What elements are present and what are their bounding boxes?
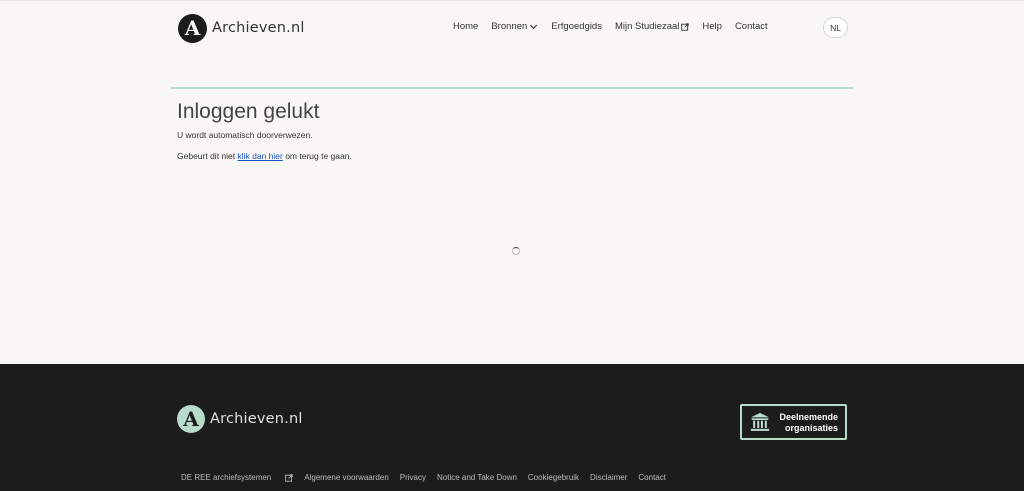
nav-contact[interactable]: Contact (735, 21, 768, 32)
orgs-button-label: Deelnemende organisaties (779, 412, 838, 434)
nav-mijn-studiezaal-label: Mijn Studiezaal (614, 21, 680, 32)
nav-erfgoedgids-label: Erfgoedgids (551, 21, 602, 32)
fallback-suffix: om terug te gaan. (282, 151, 352, 161)
footer-link-cookies[interactable]: Cookiegebruik (528, 473, 579, 482)
nav-home[interactable]: Home (453, 21, 478, 32)
loading-spinner-icon (512, 247, 520, 255)
nav-mijn-studiezaal[interactable]: Mijn Studiezaal (614, 21, 690, 32)
external-link-icon (285, 473, 293, 482)
header-logo[interactable]: A Archieven.nl (178, 13, 305, 43)
footer-link-disclaimer[interactable]: Disclaimer (590, 473, 627, 482)
footer-link-notice-takedown[interactable]: Notice and Take Down (437, 473, 517, 482)
participating-organisations-button[interactable]: Deelnemende organisaties (740, 404, 847, 440)
content-divider (171, 87, 853, 89)
orgs-label-line1: Deelnemende (779, 412, 838, 422)
site-footer: A Archieven.nl Deelnemende organisaties … (0, 364, 1024, 491)
footer-link-de-ree-label: DE REE archiefsystemen (181, 473, 272, 482)
footer-links: DE REE archiefsystemen Algemene voorwaar… (181, 473, 666, 482)
fallback-link[interactable]: klik dan hier (237, 151, 282, 161)
language-switch[interactable]: NL (823, 17, 848, 38)
museum-icon (750, 412, 770, 431)
fallback-prefix: Gebeurt dit niet (177, 151, 238, 161)
nav-help-label: Help (702, 21, 722, 32)
chevron-down-icon (530, 24, 538, 30)
nav-erfgoedgids[interactable]: Erfgoedgids (551, 21, 602, 32)
footer-link-privacy[interactable]: Privacy (400, 473, 426, 482)
fallback-message: Gebeurt dit niet klik dan hier om terug … (177, 151, 352, 161)
nav-home-label: Home (453, 21, 479, 32)
page-title: Inloggen gelukt (177, 100, 320, 123)
footer-link-contact[interactable]: Contact (638, 473, 666, 482)
orgs-label-line2: organisaties (784, 423, 838, 433)
footer-logo[interactable]: A Archieven.nl (177, 404, 303, 434)
site-header: A Archieven.nl Home Bronnen Erfgoedgids … (0, 0, 1024, 56)
nav-bronnen[interactable]: Bronnen (491, 21, 538, 32)
logo-mark: A (178, 13, 207, 43)
footer-logo-text: Archieven.nl (210, 411, 303, 427)
nav-help[interactable]: Help (702, 21, 722, 32)
nav-bronnen-label: Bronnen (491, 21, 528, 32)
external-link-icon (681, 22, 690, 31)
main-nav: Home Bronnen Erfgoedgids Mijn Studiezaal… (453, 21, 768, 32)
redirect-message: U wordt automatisch doorverwezen. (177, 130, 313, 140)
logo-text: Archieven.nl (212, 20, 305, 36)
footer-link-de-ree[interactable]: DE REE archiefsystemen (181, 473, 293, 482)
nav-contact-label: Contact (734, 21, 768, 32)
footer-link-voorwaarden[interactable]: Algemene voorwaarden (304, 473, 389, 482)
footer-logo-mark: A (177, 405, 205, 433)
